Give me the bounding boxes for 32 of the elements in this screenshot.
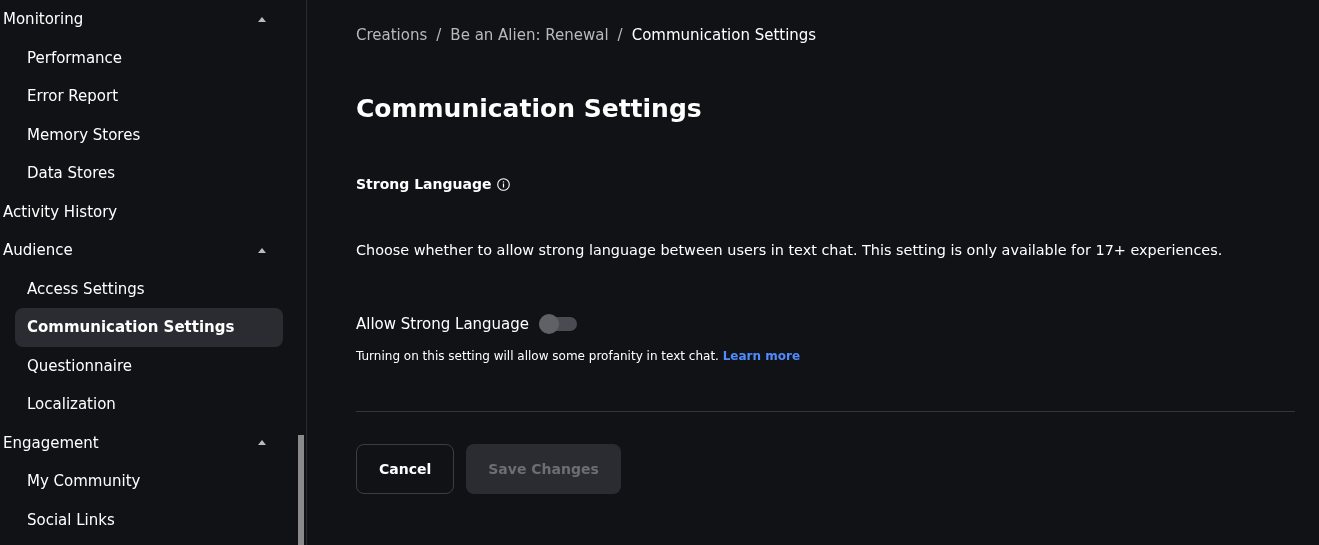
info-icon[interactable] — [497, 177, 511, 191]
sidebar-item[interactable]: Activity History — [0, 192, 306, 231]
sidebar-item[interactable]: Performance — [15, 38, 283, 77]
breadcrumb-item[interactable]: Creations — [356, 26, 428, 44]
sidebar-item[interactable]: Audience — [0, 231, 306, 270]
sidebar-item[interactable]: Monitoring — [0, 0, 306, 39]
breadcrumb-separator: / — [436, 26, 442, 44]
scrollbar[interactable] — [298, 435, 304, 545]
sidebar-item[interactable]: Memory Stores — [15, 115, 283, 154]
learn-more-link[interactable]: Learn more — [722, 349, 801, 363]
hint-text: Turning on this setting will allow some profanity in text chat. Learn more — [356, 349, 802, 363]
toggle-label: Allow Strong Language — [356, 315, 530, 333]
page-title: Communication Settings — [356, 94, 703, 123]
breadcrumb-item: Communication Settings — [631, 26, 817, 44]
caret-icon — [258, 440, 266, 446]
sidebar-item[interactable]: Localization — [15, 385, 283, 424]
caret-icon — [258, 247, 266, 253]
sidebar-item[interactable]: Engagement — [0, 423, 306, 462]
toggle-switch[interactable] — [539, 317, 578, 331]
sidebar-item[interactable]: Questionnaire — [15, 346, 283, 385]
sidebar-item[interactable]: Communication Settings — [15, 308, 283, 347]
sidebar-item[interactable]: Access Settings — [15, 269, 283, 308]
section-description: Choose whether to allow strong language between users in text chat. This setting is only available for 17+ experiences. — [356, 242, 1224, 258]
section-heading: Strong Language — [356, 176, 492, 192]
caret-icon — [258, 16, 266, 22]
sidebar-item[interactable]: Error Report — [15, 77, 283, 116]
breadcrumb-item[interactable]: Be an Alien: Renewal — [450, 26, 609, 44]
sidebar-item[interactable]: My Community — [15, 462, 283, 501]
sidebar-item[interactable]: Social Links — [15, 500, 283, 539]
cancel-button[interactable]: Cancel — [356, 444, 455, 494]
breadcrumb-separator: / — [617, 26, 623, 44]
sidebar-item[interactable]: Data Stores — [15, 154, 283, 193]
